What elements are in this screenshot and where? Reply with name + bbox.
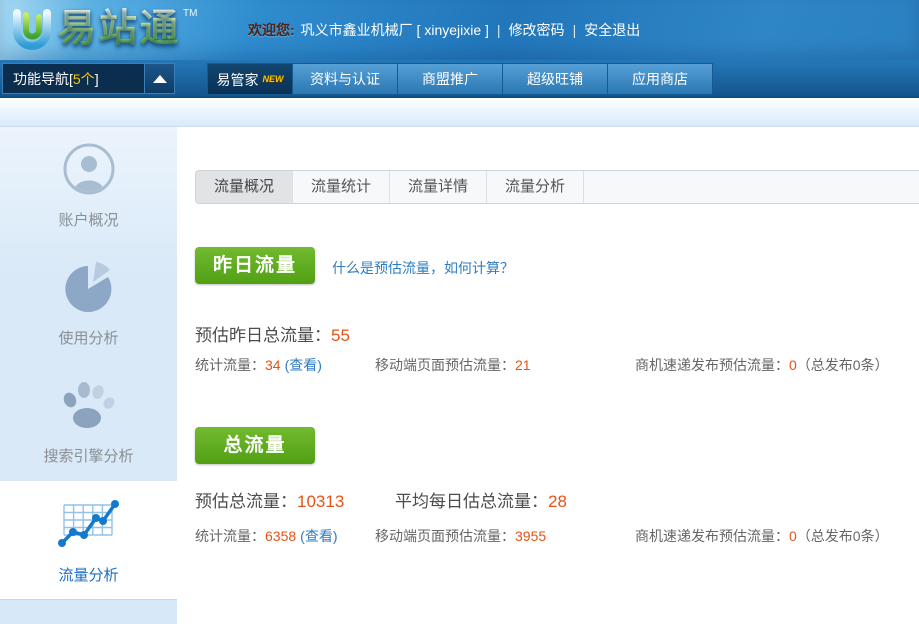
company-name: 巩义市鑫业机械厂 [ xinyejixie ]	[301, 22, 489, 38]
logo-tm: TM	[183, 8, 197, 19]
separator: |	[573, 22, 577, 38]
app-window: 易站通 TM 欢迎您: 巩义市鑫业机械厂 [ xinyejixie ] | 修改密码 |…	[0, 0, 919, 624]
sidebar-item-traffic-analysis[interactable]: 流量分析	[0, 481, 177, 599]
new-badge: NEW	[263, 74, 284, 84]
yesterday-traffic-button[interactable]: 昨日流量	[195, 247, 315, 284]
pie-chart-icon	[62, 260, 116, 319]
nav-tab-yiguanjia[interactable]: 易管家NEW	[207, 63, 293, 95]
nav-tab-app-store[interactable]: 应用商店	[608, 63, 713, 95]
sidebar-item-label: 使用分析	[58, 327, 118, 348]
welcome-bar: 欢迎您: 巩义市鑫业机械厂 [ xinyejixie ] | 修改密码 | 安全退出	[248, 20, 640, 40]
change-password-link[interactable]: 修改密码	[509, 22, 565, 38]
total-traffic-label: 预估总流量：	[195, 492, 297, 511]
sidebar: 账户概况 使用分析 搜索引擎分析	[0, 127, 177, 624]
yesterday-total-line: 预估昨日总流量：55	[195, 321, 350, 346]
app-header: 易站通 TM 欢迎您: 巩义市鑫业机械厂 [ xinyejixie ] | 修改密码 |…	[0, 0, 919, 60]
total-traffic-value: 10313	[297, 492, 344, 511]
tab-traffic-statistics[interactable]: 流量统计	[293, 171, 390, 203]
tab-traffic-overview[interactable]: 流量概况	[196, 171, 293, 203]
user-icon	[62, 142, 116, 201]
nav-tab-bar: 易管家NEW 资料与认证 商盟推广 超级旺铺 应用商店	[207, 63, 713, 95]
sidebar-item-label: 搜索引擎分析	[43, 445, 133, 466]
yesterday-total-label: 预估昨日总流量：	[195, 326, 331, 345]
sidebar-item-usage-analysis[interactable]: 使用分析	[0, 245, 177, 363]
main-navbar: 功能导航[5个] 易管家NEW 资料与认证 商盟推广 超级旺铺 应用商店	[0, 60, 919, 98]
logo-text: 易站通	[58, 4, 181, 54]
tab-traffic-analysis[interactable]: 流量分析	[487, 171, 584, 203]
sub-nav-band	[0, 100, 919, 127]
stat-mobile-traffic: 移动端页面预估流量：21	[375, 355, 531, 375]
sidebar-filler	[0, 599, 177, 624]
stat-mobile-traffic: 移动端页面预估流量：3955	[375, 526, 546, 546]
total-traffic-line: 预估总流量：10313	[195, 487, 344, 512]
separator: |	[497, 22, 501, 38]
stat-biz-express-traffic: 商机速递发布预估流量：0（总发布0条）	[635, 526, 889, 546]
logo-u-icon	[6, 6, 58, 61]
sidebar-item-search-engine-analysis[interactable]: 搜索引擎分析	[0, 363, 177, 481]
logo-link[interactable]: 易站通 TM	[6, 4, 197, 61]
stat-biz-express-traffic: 商机速递发布预估流量：0（总发布0条）	[635, 355, 889, 375]
arrow-up-icon	[153, 75, 167, 83]
sidebar-item-label: 流量分析	[58, 564, 118, 585]
view-link[interactable]: (查看)	[300, 528, 337, 544]
function-nav-count: 5个	[73, 71, 95, 87]
total-traffic-button[interactable]: 总流量	[195, 427, 315, 464]
paw-icon	[60, 378, 118, 437]
sidebar-item-account-overview[interactable]: 账户概况	[0, 127, 177, 245]
view-link[interactable]: (查看)	[285, 357, 322, 373]
sidebar-item-label: 账户概况	[58, 209, 118, 230]
content-tab-bar: 流量概况 流量统计 流量详情 流量分析	[195, 170, 919, 204]
function-nav-toggle[interactable]: 功能导航[5个]	[2, 63, 175, 94]
yesterday-total-value: 55	[331, 326, 350, 345]
avg-daily-value: 28	[548, 492, 567, 511]
nav-tab-profile-cert[interactable]: 资料与认证	[293, 63, 398, 95]
stat-counted-traffic: 统计流量：34(查看)	[195, 355, 322, 375]
nav-tab-super-shop[interactable]: 超级旺铺	[503, 63, 608, 95]
logout-link[interactable]: 安全退出	[584, 22, 640, 38]
line-chart-icon	[56, 495, 122, 556]
stat-counted-traffic: 统计流量：6358(查看)	[195, 526, 337, 546]
avg-daily-line: 平均每日估总流量：28	[395, 487, 567, 512]
estimate-help-link[interactable]: 什么是预估流量，如何计算？	[332, 258, 514, 278]
nav-tab-alliance-promo[interactable]: 商盟推广	[398, 63, 503, 95]
main-content: 流量概况 流量统计 流量详情 流量分析 昨日流量 什么是预估流量，如何计算？ 预…	[177, 127, 919, 624]
collapse-arrow-button[interactable]	[144, 64, 174, 93]
tab-traffic-details[interactable]: 流量详情	[390, 171, 487, 203]
avg-daily-label: 平均每日估总流量：	[395, 492, 548, 511]
function-nav-label: 功能导航[5个]	[3, 69, 144, 89]
welcome-label: 欢迎您:	[248, 22, 295, 38]
